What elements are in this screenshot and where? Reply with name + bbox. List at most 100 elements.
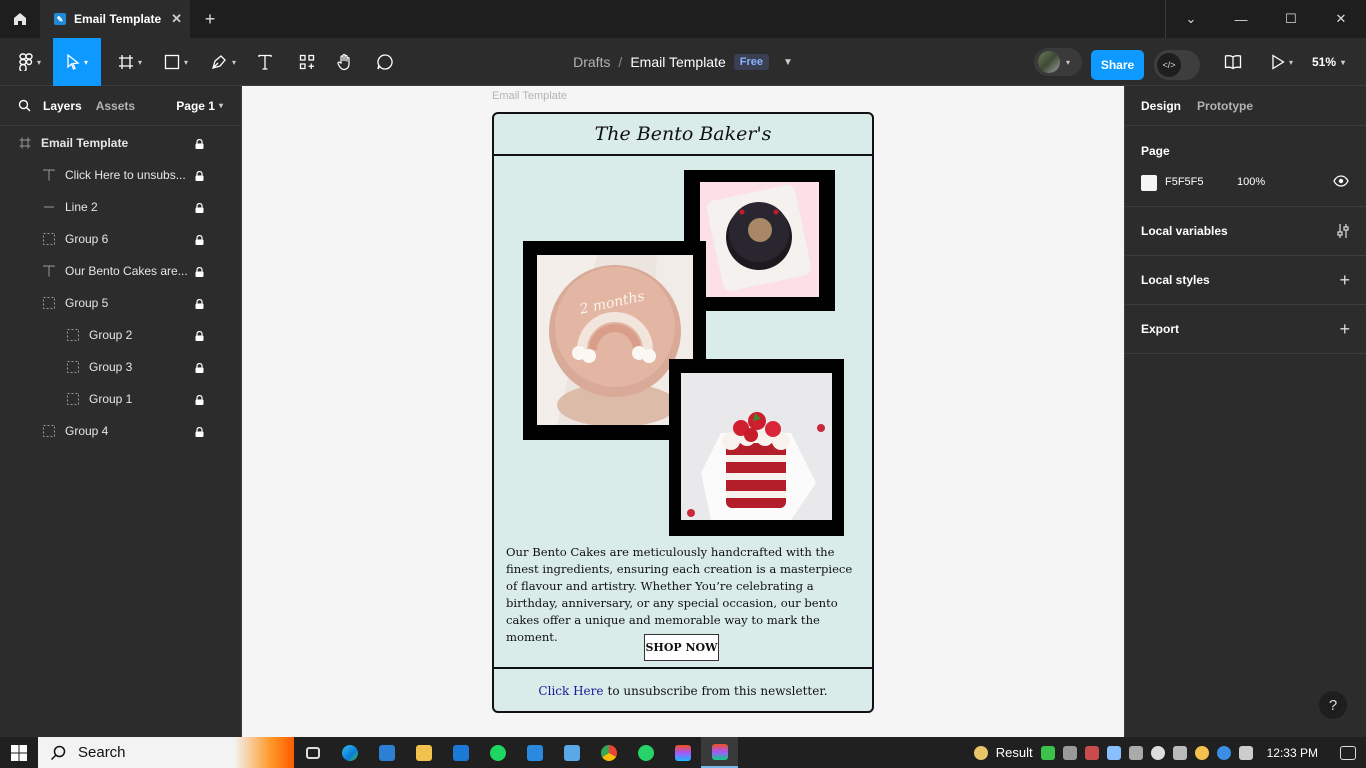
export-row[interactable]: Export + [1125, 305, 1366, 354]
layer-row[interactable]: Group 5 [0, 287, 241, 319]
page-color-swatch[interactable] [1141, 175, 1157, 191]
user-menu[interactable]: ▾ [1034, 48, 1082, 76]
share-button[interactable]: Share [1091, 50, 1144, 80]
shape-tool-button[interactable]: ▾ [158, 38, 194, 86]
search-icon[interactable] [18, 99, 31, 112]
task-view-button[interactable] [294, 737, 331, 768]
design-canvas[interactable]: Email Template The Bento Baker's 2 month… [242, 86, 1124, 737]
meet-icon[interactable] [1128, 745, 1143, 760]
layer-row[interactable]: Click Here to unsubs... [0, 159, 241, 191]
mail-app[interactable] [442, 737, 479, 768]
bluetooth-icon[interactable] [1216, 745, 1231, 760]
file-tab[interactable]: ✎ Email Template ✕ [40, 0, 190, 38]
figma-app-active[interactable] [701, 737, 738, 768]
move-tool-button[interactable]: ▾ [53, 38, 101, 86]
layer-row[interactable]: Our Bento Cakes are... [0, 255, 241, 287]
zoom-menu[interactable]: 51% ▾ [1312, 38, 1345, 86]
layer-row[interactable]: Group 3 [0, 351, 241, 383]
main-menu-button[interactable]: ▾ [10, 38, 50, 86]
pen-tool-button[interactable]: ▾ [204, 38, 242, 86]
whatsapp-icon [637, 744, 654, 761]
layer-row[interactable]: Group 6 [0, 223, 241, 255]
lock-icon[interactable] [195, 426, 205, 437]
local-styles-row[interactable]: Local styles + [1125, 256, 1366, 305]
shop-now-button[interactable]: SHOP NOW [644, 634, 719, 661]
lock-icon[interactable] [195, 330, 205, 341]
store-app[interactable] [368, 737, 405, 768]
tab-prototype[interactable]: Prototype [1197, 99, 1253, 113]
clock[interactable]: 12:33 PM [1267, 746, 1318, 760]
layer-row[interactable]: Group 1 [0, 383, 241, 415]
close-tab-icon[interactable]: ✕ [171, 11, 182, 27]
file-menu-chevron-icon[interactable]: ▼ [783, 57, 793, 68]
battery-icon[interactable] [1106, 745, 1121, 760]
lock-icon[interactable] [195, 362, 205, 373]
onedrive-icon[interactable] [1150, 745, 1165, 760]
lock-icon[interactable] [195, 170, 205, 181]
page-color-opacity[interactable]: 100% [1237, 176, 1265, 188]
close-window-button[interactable]: ✕ [1316, 0, 1366, 38]
tabs-dropdown-icon[interactable]: ⌄ [1166, 0, 1216, 38]
edge-app[interactable] [331, 737, 368, 768]
frame-label[interactable]: Email Template [492, 90, 567, 102]
layer-row[interactable]: Group 2 [0, 319, 241, 351]
security-icon[interactable] [1084, 745, 1099, 760]
tab-assets[interactable]: Assets [96, 99, 135, 113]
chrome-app[interactable] [590, 737, 627, 768]
hand-tool-button[interactable] [332, 38, 358, 86]
layer-row[interactable]: Group 4 [0, 415, 241, 447]
variables-adjust-icon[interactable] [1336, 223, 1350, 239]
frame-tool-button[interactable]: ▾ [112, 38, 148, 86]
resources-tool-button[interactable] [294, 38, 320, 86]
file-explorer-app[interactable] [405, 737, 442, 768]
lock-icon[interactable] [195, 202, 205, 213]
group-icon [42, 296, 56, 310]
comment-tool-button[interactable] [372, 38, 398, 86]
weather-widget-label[interactable]: Result [996, 745, 1033, 760]
title-bar: ✎ Email Template ✕ + ⌄ — ☐ ✕ [0, 0, 1366, 38]
present-button[interactable]: ▾ [1264, 38, 1300, 86]
add-style-icon[interactable]: + [1339, 270, 1350, 291]
minimize-button[interactable]: — [1216, 0, 1266, 38]
file-name[interactable]: Email Template [630, 54, 725, 70]
weather-icon[interactable] [973, 745, 988, 760]
figma-tray-icon[interactable] [1062, 745, 1077, 760]
local-variables-row[interactable]: Local variables [1125, 207, 1366, 256]
start-button[interactable] [0, 744, 38, 761]
lock-icon[interactable] [195, 298, 205, 309]
library-button[interactable] [1220, 38, 1246, 86]
dev-mode-toggle[interactable]: </> [1154, 50, 1200, 80]
tab-design[interactable]: Design [1141, 99, 1181, 113]
email-template-frame[interactable]: The Bento Baker's 2 months Our Bento Cak… [492, 112, 874, 713]
layer-row[interactable]: Line 2 [0, 191, 241, 223]
taskbar-search-box[interactable]: Search [38, 737, 294, 768]
volume-icon[interactable] [1238, 745, 1253, 760]
unsubscribe-link[interactable]: Click Here [538, 684, 603, 698]
remote-desktop-app[interactable] [553, 737, 590, 768]
lock-icon[interactable] [195, 394, 205, 405]
tab-layers[interactable]: Layers [43, 99, 82, 113]
lock-icon[interactable] [195, 266, 205, 277]
whatsapp-app[interactable] [627, 737, 664, 768]
wifi-icon[interactable] [1172, 745, 1187, 760]
add-export-icon[interactable]: + [1339, 319, 1350, 340]
page-color-hex[interactable]: F5F5F5 [1165, 176, 1204, 188]
help-button[interactable]: ? [1319, 691, 1347, 719]
tray-app-icon[interactable] [1040, 745, 1055, 760]
lock-icon[interactable] [195, 138, 205, 149]
breadcrumb-drafts[interactable]: Drafts [573, 54, 610, 70]
lock-icon[interactable] [195, 234, 205, 245]
notifications-icon[interactable] [1340, 745, 1356, 760]
email-body-text: Our Bento Cakes are meticulously handcra… [506, 545, 853, 644]
home-button[interactable] [0, 0, 40, 38]
layer-row[interactable]: Email Template [0, 127, 241, 159]
figma-app[interactable] [664, 737, 701, 768]
vscode-app[interactable] [516, 737, 553, 768]
text-tool-button[interactable] [252, 38, 278, 86]
maximize-button[interactable]: ☐ [1266, 0, 1316, 38]
new-tab-button[interactable]: + [190, 0, 230, 38]
eye-icon[interactable] [1333, 174, 1349, 188]
spotify-app[interactable] [479, 737, 516, 768]
page-selector[interactable]: Page 1 ▾ [176, 99, 223, 113]
tray-app-icon[interactable] [1194, 745, 1209, 760]
